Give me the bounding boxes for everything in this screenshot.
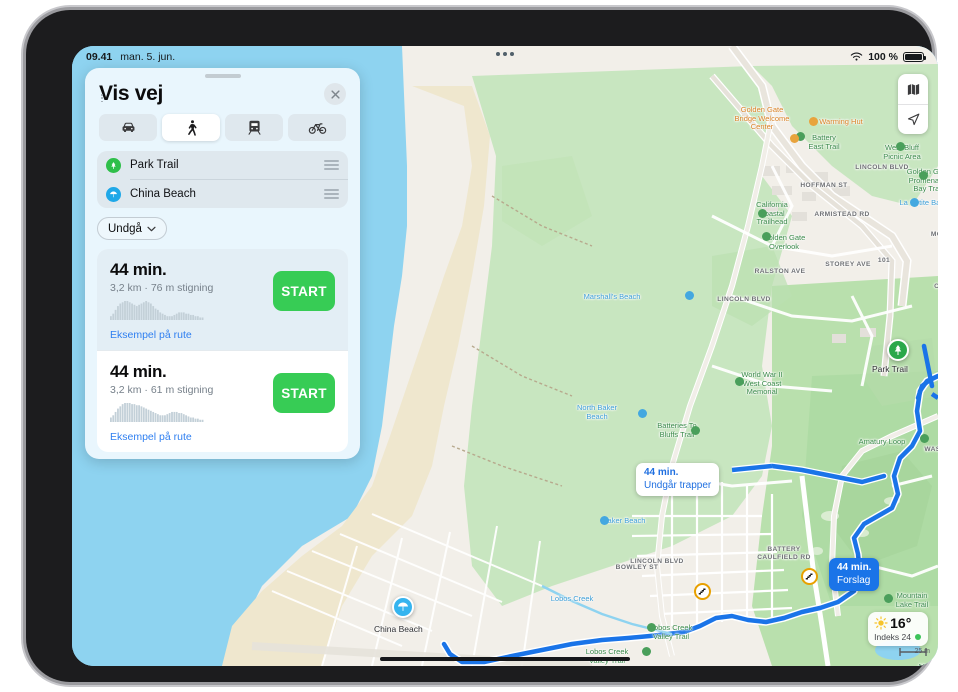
route-option-1[interactable]: 44 min. 3,2 km · 76 m stigning Eksempel … xyxy=(97,249,348,350)
directions-panel: Vis vej Park Trail China Beach Undgå 44 … xyxy=(85,68,360,459)
location-arrow-icon xyxy=(907,113,919,126)
poi-dot-west-bluff[interactable] xyxy=(896,142,905,151)
train-icon xyxy=(248,120,260,135)
locate-me-button[interactable] xyxy=(898,104,928,134)
map-layers-icon xyxy=(907,83,919,95)
callout-time: 44 min. xyxy=(837,562,872,573)
reorder-handle-icon[interactable] xyxy=(324,160,339,170)
scale-bar-label: 25 m xyxy=(914,648,930,655)
ipad-screen: Golden Gate Bridge Welcome Center Warming… xyxy=(72,46,938,666)
reorder-handle-icon[interactable] xyxy=(324,189,339,199)
map-pin-label-china-beach: China Beach xyxy=(374,624,423,634)
avoid-dropdown[interactable]: Undgå xyxy=(97,217,167,240)
elevation-profile-chart xyxy=(110,403,204,422)
map-pin-label-park-trail: Park Trail xyxy=(872,364,908,374)
poi-dot-wwii-memorial[interactable] xyxy=(735,377,744,386)
start-pin-icon xyxy=(106,157,121,173)
poi-dot-marshalls-beach[interactable] xyxy=(685,291,694,300)
tab-drive[interactable] xyxy=(99,114,157,141)
poi-dot-batteries-to-bluffs[interactable] xyxy=(691,426,700,435)
stairs-warning-badge-1[interactable] xyxy=(694,583,711,600)
ipad-device-frame: Golden Gate Bridge Welcome Center Warming… xyxy=(26,10,938,682)
stairs-warning-icon xyxy=(698,588,706,595)
weather-temperature: 16° xyxy=(890,615,912,631)
close-icon xyxy=(330,89,340,99)
map-pin-china-beach[interactable] xyxy=(392,596,414,618)
chevron-down-icon xyxy=(147,226,156,231)
sun-icon xyxy=(874,616,888,630)
panel-drag-grabber[interactable] xyxy=(204,74,241,78)
elevation-profile-chart xyxy=(110,301,204,320)
map-layers-button[interactable] xyxy=(898,74,928,104)
end-pin-icon xyxy=(106,186,121,202)
weather-air-index: Indeks 24 xyxy=(874,632,911,642)
poi-dot-amatury-loop[interactable] xyxy=(920,434,929,443)
route-callout-alternate[interactable]: 44 min. Undgår trapper xyxy=(636,463,720,496)
poi-dot-lobos-creek-trail-a[interactable] xyxy=(647,623,656,632)
tree-pin-icon xyxy=(894,345,902,355)
poi-dot-lobos-creek-trail-b[interactable] xyxy=(642,647,651,656)
home-indicator[interactable] xyxy=(380,657,630,661)
umbrella-pin-icon xyxy=(398,602,408,611)
page-title: Vis vej xyxy=(99,82,164,105)
poi-dot-north-baker-beach[interactable] xyxy=(638,409,647,418)
poi-dot-california-coastal-trailhead[interactable] xyxy=(758,209,767,218)
start-button[interactable]: START xyxy=(273,271,335,311)
map-controls xyxy=(898,74,928,134)
endpoint-label-start: Park Trail xyxy=(130,159,179,171)
callout-time: 44 min. xyxy=(644,467,679,478)
tab-transit[interactable] xyxy=(225,114,283,141)
endpoint-destination[interactable]: China Beach xyxy=(97,180,348,208)
sample-route-link[interactable]: Eksempel på rute xyxy=(110,329,335,341)
umbrella-glyph xyxy=(110,191,117,197)
multitasking-control[interactable] xyxy=(496,52,514,56)
poi-dot-mountain-lake-trail[interactable] xyxy=(884,594,893,603)
tab-cycle[interactable] xyxy=(288,114,346,141)
stairs-warning-icon xyxy=(805,573,813,580)
bicycle-icon xyxy=(308,123,326,134)
tab-walk[interactable] xyxy=(162,114,220,141)
route-endpoints: Park Trail China Beach xyxy=(97,94,348,208)
stairs-warning-badge-2[interactable] xyxy=(801,568,818,585)
panel-header: Vis vej xyxy=(85,80,360,114)
poi-dot-golden-gate-promenade[interactable] xyxy=(919,171,928,180)
endpoint-start[interactable]: Park Trail xyxy=(97,151,348,179)
route-option-2[interactable]: 44 min. 3,2 km · 61 m stigning Eksempel … xyxy=(97,350,348,452)
callout-note: Forslag xyxy=(837,574,871,586)
close-button[interactable] xyxy=(324,83,346,105)
walking-icon xyxy=(187,120,197,136)
poi-dot-welcome-center[interactable] xyxy=(790,134,799,143)
avoid-label: Undgå xyxy=(108,222,142,235)
map-scale-bar: 25 m xyxy=(914,640,930,658)
endpoint-label-destination: China Beach xyxy=(130,188,196,200)
start-button[interactable]: START xyxy=(273,373,335,413)
route-options-list: 44 min. 3,2 km · 76 m stigning Eksempel … xyxy=(97,249,348,452)
poi-dot-baker-beach[interactable] xyxy=(600,516,609,525)
avoid-row: Undgå xyxy=(85,208,360,249)
car-icon xyxy=(122,122,134,133)
transport-mode-tabs xyxy=(85,114,360,151)
callout-note: Undgår trapper xyxy=(644,479,712,491)
poi-dot-la-petite-baleen[interactable] xyxy=(910,198,919,207)
poi-dot-warming-hut[interactable] xyxy=(809,117,818,126)
sample-route-link[interactable]: Eksempel på rute xyxy=(110,431,335,443)
poi-dot-golden-gate-overlook[interactable] xyxy=(762,232,771,241)
route-callout-suggested[interactable]: 44 min. Forslag xyxy=(829,558,880,591)
tree-glyph xyxy=(111,161,116,169)
map-pin-park-trail[interactable] xyxy=(887,339,909,361)
